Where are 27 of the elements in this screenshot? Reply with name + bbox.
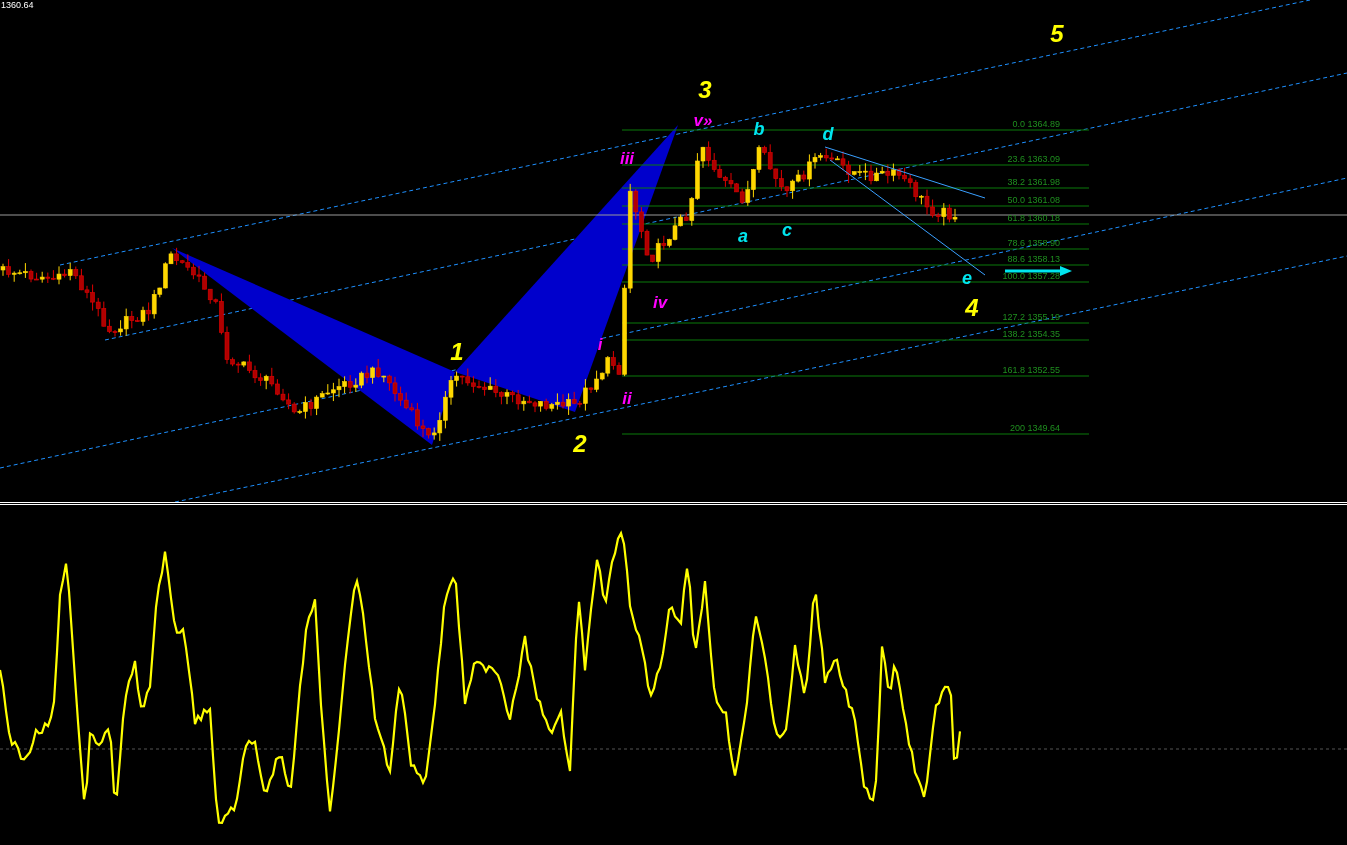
wave-label: b xyxy=(753,119,765,139)
wave-label: i xyxy=(597,335,603,354)
fibonacci-level-label: 23.6 1363.09 xyxy=(1007,154,1060,164)
fibonacci-level-label: 0.0 1364.89 xyxy=(1012,119,1060,129)
wave-label: e xyxy=(962,268,972,288)
price-label: 1360.64 xyxy=(1,0,34,10)
wave-label: iii xyxy=(619,149,635,168)
wave-label: d xyxy=(822,124,834,144)
fibonacci-level-label: 161.8 1352.55 xyxy=(1002,365,1060,375)
wave-label: 5 xyxy=(1050,20,1064,47)
fibonacci-level-label: 200 1349.64 xyxy=(1009,423,1060,433)
fibonacci-level-label: 61.8 1360.18 xyxy=(1007,213,1060,223)
wave-label: c xyxy=(782,220,792,240)
fibonacci-level-label: 127.2 1355.19 xyxy=(1002,312,1060,322)
wave-label: 3 xyxy=(698,76,712,103)
wave-label: v» xyxy=(693,111,713,130)
wave-label: 2 xyxy=(573,430,587,457)
wave-label: ii xyxy=(622,389,632,408)
fibonacci-level-label: 100.0 1357.28 xyxy=(1002,271,1060,281)
fibonacci-level-label: 38.2 1361.98 xyxy=(1007,177,1060,187)
wave-label: 1 xyxy=(450,338,464,365)
wave-label: a xyxy=(738,226,748,246)
wave-label: 4 xyxy=(965,294,979,321)
fibonacci-level-label: 50.0 1361.08 xyxy=(1007,195,1060,205)
wave-label: iv xyxy=(652,293,668,312)
fibonacci-level-label: 88.6 1358.13 xyxy=(1007,254,1060,264)
fibonacci-level-label: 138.2 1354.35 xyxy=(1002,329,1060,339)
